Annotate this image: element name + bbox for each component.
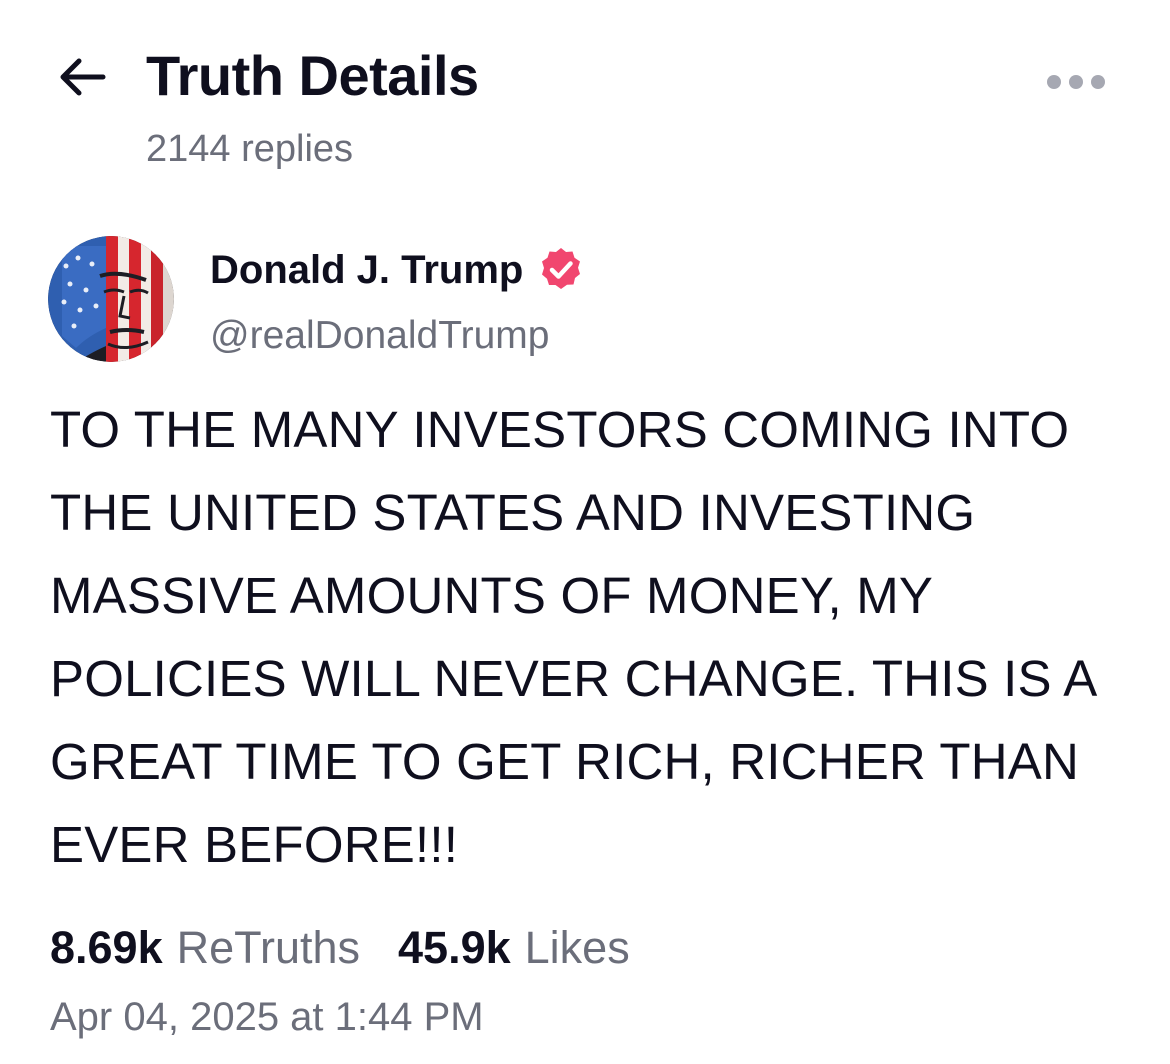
reply-count: 2144 replies [146, 128, 354, 170]
retruths-count: 8.69k [50, 922, 163, 973]
page-title: Truth Details [146, 44, 479, 107]
post-stats: 8.69k ReTruths 45.9k Likes [50, 916, 630, 980]
author-name[interactable]: Donald J. Trump [210, 240, 523, 300]
retruths-label: ReTruths [176, 922, 361, 973]
top-header: Truth Details 2144 replies [0, 0, 1170, 190]
post-timestamp: Apr 04, 2025 at 1:44 PM [50, 995, 484, 1039]
more-options-button[interactable] [1036, 60, 1116, 104]
likes-label: Likes [524, 922, 630, 973]
more-horizontal-icon-dot [1091, 75, 1105, 89]
back-button[interactable] [52, 52, 112, 102]
retruths-stat[interactable]: 8.69k ReTruths [50, 916, 360, 980]
likes-stat[interactable]: 45.9k Likes [398, 916, 630, 980]
post-body-text: TO THE MANY INVESTORS COMING INTO THE UN… [50, 401, 1095, 873]
avatar-image [48, 236, 174, 362]
more-horizontal-icon-dot [1069, 75, 1083, 89]
author-handle[interactable]: @realDonaldTrump [210, 308, 549, 364]
verified-badge-icon [542, 248, 581, 289]
likes-count: 45.9k [398, 922, 511, 973]
avatar[interactable] [48, 236, 174, 362]
more-horizontal-icon [1047, 75, 1061, 89]
author-row: Donald J. Trump [210, 240, 585, 300]
arrow-left-icon [60, 58, 106, 96]
